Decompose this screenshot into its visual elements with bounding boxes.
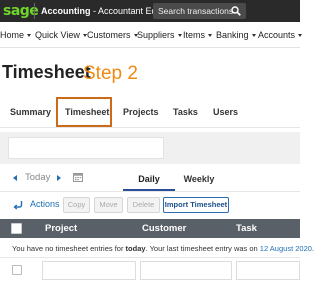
chevron-down-icon bbox=[27, 34, 32, 38]
chevron-down-icon bbox=[251, 34, 256, 38]
customer-field[interactable] bbox=[140, 261, 232, 280]
nav-item-home[interactable]: Home bbox=[0, 22, 32, 48]
table-row bbox=[0, 259, 300, 284]
sage-logo[interactable]: sage bbox=[0, 0, 41, 22]
tab-daily-view[interactable]: Daily bbox=[123, 168, 175, 191]
step-annotation: Step 2 bbox=[83, 63, 138, 84]
tab-projects[interactable]: Projects bbox=[123, 101, 159, 127]
nav-label: Items bbox=[183, 30, 206, 40]
nav-label: Quick View bbox=[35, 30, 80, 40]
chevron-right-icon[interactable] bbox=[57, 175, 61, 181]
copy-button[interactable]: Copy bbox=[63, 197, 90, 213]
top-header: sage Accounting - Accountant Edition Sea… bbox=[0, 0, 300, 22]
delete-button[interactable]: Delete bbox=[127, 197, 160, 213]
info-today: today bbox=[125, 244, 146, 253]
tab-weekly-view[interactable]: Weekly bbox=[175, 168, 223, 191]
calendar-icon[interactable] bbox=[73, 172, 83, 182]
tab-tasks[interactable]: Tasks bbox=[173, 101, 198, 127]
project-field[interactable] bbox=[42, 261, 136, 280]
search-placeholder: Search transactions bbox=[158, 6, 234, 16]
nav-label: Accounts bbox=[258, 30, 296, 40]
actions-arrow-icon[interactable] bbox=[13, 200, 23, 210]
chevron-down-icon bbox=[177, 34, 182, 38]
info-prefix: You have no timesheet entries for bbox=[12, 244, 126, 253]
view-divider bbox=[0, 191, 300, 192]
nav-label: Suppliers bbox=[137, 30, 175, 40]
product-title: Accounting bbox=[41, 6, 91, 16]
chevron-left-icon[interactable] bbox=[13, 175, 17, 181]
nav-label: Customers bbox=[87, 30, 131, 40]
search-input[interactable]: Search transactions bbox=[153, 3, 246, 19]
main-nav: Home Quick View Customers Suppliers Item… bbox=[0, 22, 303, 48]
nav-item-quick-view[interactable]: Quick View bbox=[35, 22, 87, 48]
import-timesheet-button[interactable]: Import Timesheet bbox=[163, 197, 229, 213]
last-entry-date-link[interactable]: 12 August 2020 bbox=[260, 244, 312, 253]
task-field[interactable] bbox=[236, 261, 300, 280]
info-row: You have no timesheet entries for today.… bbox=[0, 239, 314, 258]
nav-item-banking[interactable]: Banking bbox=[216, 22, 256, 48]
column-header-project[interactable]: Project bbox=[45, 219, 77, 238]
column-header-task[interactable]: Task bbox=[236, 219, 257, 238]
row-checkbox[interactable] bbox=[12, 265, 22, 275]
tabs-divider bbox=[0, 127, 300, 128]
nav-label: Banking bbox=[216, 30, 249, 40]
active-tab-highlight bbox=[56, 97, 112, 127]
search-icon[interactable] bbox=[231, 6, 241, 16]
nav-item-suppliers[interactable]: Suppliers bbox=[137, 22, 182, 48]
filter-input[interactable] bbox=[8, 137, 164, 159]
column-header-customer[interactable]: Customer bbox=[142, 219, 186, 238]
page-title: Timesheet bbox=[2, 62, 91, 82]
nav-item-accounts[interactable]: Accounts bbox=[258, 22, 303, 48]
actions-menu[interactable]: Actions bbox=[30, 199, 60, 209]
table-header: Project Customer Task bbox=[0, 219, 300, 238]
product-separator: - bbox=[90, 6, 99, 16]
header-divider bbox=[34, 3, 35, 19]
chevron-down-icon bbox=[208, 34, 213, 38]
tab-users[interactable]: Users bbox=[213, 101, 238, 127]
select-all-checkbox[interactable] bbox=[11, 223, 22, 234]
move-button[interactable]: Move bbox=[94, 197, 123, 213]
nav-item-items[interactable]: Items bbox=[183, 22, 213, 48]
no-entries-message: You have no timesheet entries for today.… bbox=[12, 239, 314, 258]
today-button[interactable]: Today bbox=[25, 172, 50, 183]
info-suffix: . bbox=[311, 244, 315, 253]
tab-summary[interactable]: Summary bbox=[10, 101, 51, 127]
info-middle: . Your last timesheet entry was on bbox=[145, 244, 260, 253]
chevron-down-icon bbox=[298, 34, 303, 38]
nav-item-customers[interactable]: Customers bbox=[87, 22, 138, 48]
nav-label: Home bbox=[0, 30, 25, 40]
